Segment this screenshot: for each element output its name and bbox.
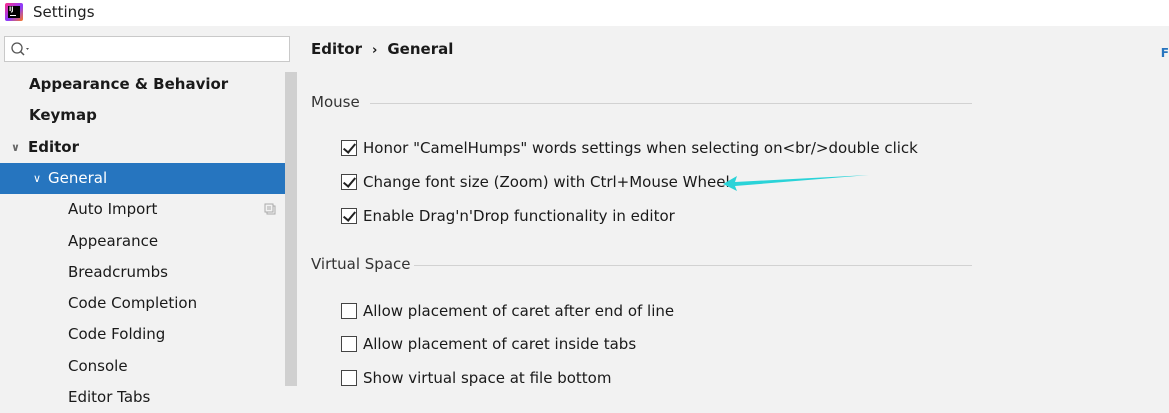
breadcrumb-parent[interactable]: Editor [311, 40, 362, 58]
section-divider [370, 103, 972, 104]
checkbox[interactable] [341, 208, 357, 224]
option-label: Allow placement of caret inside tabs [363, 335, 637, 353]
annotation-arrow-icon [723, 175, 869, 191]
option-caret-after-eol[interactable]: Allow placement of caret after end of li… [341, 300, 674, 322]
option-label: Honor "CamelHumps" words settings when s… [363, 139, 918, 157]
sidebar-item-label: Appearance [68, 232, 159, 250]
section-title-mouse: Mouse [311, 93, 360, 111]
sidebar-item-appearance[interactable]: Appearance [0, 226, 297, 257]
option-label: Show virtual space at file bottom [363, 369, 612, 387]
search-icon[interactable] [10, 41, 32, 57]
intellij-logo-icon: IJ [5, 3, 23, 21]
breadcrumb-current: General [387, 40, 454, 58]
sidebar-item-editor-tabs[interactable]: Editor Tabs [0, 382, 297, 413]
settings-search-input[interactable] [4, 36, 290, 62]
sidebar-item-appearance-behavior[interactable]: Appearance & Behavior [0, 69, 297, 100]
sidebar-item-keymap[interactable]: Keymap [0, 100, 297, 131]
checkbox[interactable] [341, 174, 357, 190]
section-divider [414, 265, 972, 266]
sidebar-item-breadcrumbs[interactable]: Breadcrumbs [0, 257, 297, 288]
sidebar-item-general[interactable]: ∨ General [0, 163, 285, 194]
breadcrumb: Editor › General [311, 40, 453, 58]
option-drag-n-drop[interactable]: Enable Drag'n'Drop functionality in edit… [341, 205, 675, 227]
sidebar-item-console[interactable]: Console [0, 351, 297, 382]
sidebar-item-label: Appearance & Behavior [29, 75, 229, 93]
sidebar-item-auto-import[interactable]: Auto Import [0, 194, 297, 225]
settings-content: Editor › General F Mouse Honor "CamelHumps… [297, 26, 1169, 411]
checkbox[interactable] [341, 370, 357, 386]
breadcrumb-separator: › [372, 43, 378, 58]
sidebar-item-editor[interactable]: ∨ Editor [0, 132, 297, 163]
sidebar-item-label: Editor Tabs [68, 388, 151, 406]
option-caret-inside-tabs[interactable]: Allow placement of caret inside tabs [341, 333, 636, 355]
sidebar-item-code-folding[interactable]: Code Folding [0, 319, 297, 350]
sidebar-item-label: Code Folding [68, 325, 166, 343]
sidebar-item-label: Breadcrumbs [68, 263, 168, 281]
sidebar-item-label: General [48, 169, 108, 187]
option-camelhumps[interactable]: Honor "CamelHumps" words settings when s… [341, 137, 918, 159]
chevron-down-icon[interactable]: ∨ [33, 163, 41, 194]
window-title: Settings [33, 3, 95, 21]
sidebar-item-label: Keymap [29, 106, 97, 124]
chevron-down-icon[interactable]: ∨ [11, 132, 20, 163]
checkbox[interactable] [341, 336, 357, 352]
settings-sidebar: Appearance & Behavior Keymap ∨ Editor ∨ … [0, 26, 297, 411]
sidebar-item-label: Console [68, 357, 128, 375]
option-label: Allow placement of caret after end of li… [363, 302, 675, 320]
option-virtual-space-bottom[interactable]: Show virtual space at file bottom [341, 367, 611, 389]
checkbox[interactable] [341, 303, 357, 319]
title-bar: IJ Settings [0, 0, 1169, 26]
option-label: Enable Drag'n'Drop functionality in edit… [363, 207, 675, 225]
sidebar-item-code-completion[interactable]: Code Completion [0, 288, 297, 319]
checkbox[interactable] [341, 140, 357, 156]
section-title-virtual-space: Virtual Space [311, 255, 411, 273]
copy-settings-icon [264, 203, 276, 215]
sidebar-item-label: Editor [28, 138, 79, 156]
sidebar-scrollbar-thumb[interactable] [285, 72, 297, 386]
option-zoom-with-wheel[interactable]: Change font size (Zoom) with Ctrl+Mouse … [341, 171, 730, 193]
sidebar-item-label: Code Completion [68, 294, 198, 312]
sidebar-item-label: Auto Import [68, 200, 158, 218]
reset-link-partial[interactable]: F [1161, 46, 1169, 60]
option-label: Change font size (Zoom) with Ctrl+Mouse … [363, 173, 730, 191]
